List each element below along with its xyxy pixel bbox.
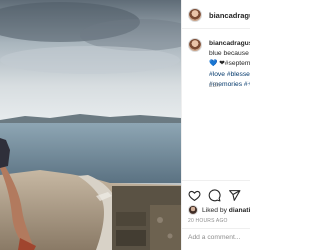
username-link[interactable]: biancadragusanu bbox=[209, 11, 250, 20]
liker-username[interactable]: dianaticiu bbox=[229, 207, 250, 214]
share-icon[interactable] bbox=[228, 189, 241, 202]
post-header: biancadragusanu bbox=[188, 7, 250, 23]
divider bbox=[182, 180, 250, 181]
likes-prefix: Liked by bbox=[202, 206, 229, 214]
caption-time[interactable]: 23h bbox=[209, 82, 220, 89]
post-side-panel: biancadragusanu biancadragusanu blue bec… bbox=[181, 0, 250, 250]
heart-icon[interactable] bbox=[188, 189, 201, 202]
post-date[interactable]: 20 HOURS AGO bbox=[188, 218, 228, 224]
avatar[interactable] bbox=[188, 8, 202, 22]
divider bbox=[182, 28, 250, 29]
action-bar bbox=[188, 188, 248, 202]
caption-text: blue because it's bbox=[209, 50, 250, 58]
comment-icon[interactable] bbox=[208, 188, 221, 202]
caption-username[interactable]: biancadragusanu bbox=[209, 39, 250, 49]
post-photo[interactable] bbox=[0, 0, 181, 250]
add-comment-input[interactable]: Add a comment... bbox=[188, 234, 240, 241]
caption-hashtags[interactable]: #love #blessed # bbox=[209, 70, 250, 80]
likes-text: Liked by dianaticiu bbox=[202, 207, 250, 214]
caption-text-emoji: 💙 ❤#septembe bbox=[209, 60, 250, 68]
caption-avatar[interactable] bbox=[188, 38, 202, 52]
likes-row: Liked by dianaticiu bbox=[188, 205, 250, 215]
divider bbox=[182, 228, 250, 229]
liker-avatar[interactable] bbox=[188, 205, 198, 215]
